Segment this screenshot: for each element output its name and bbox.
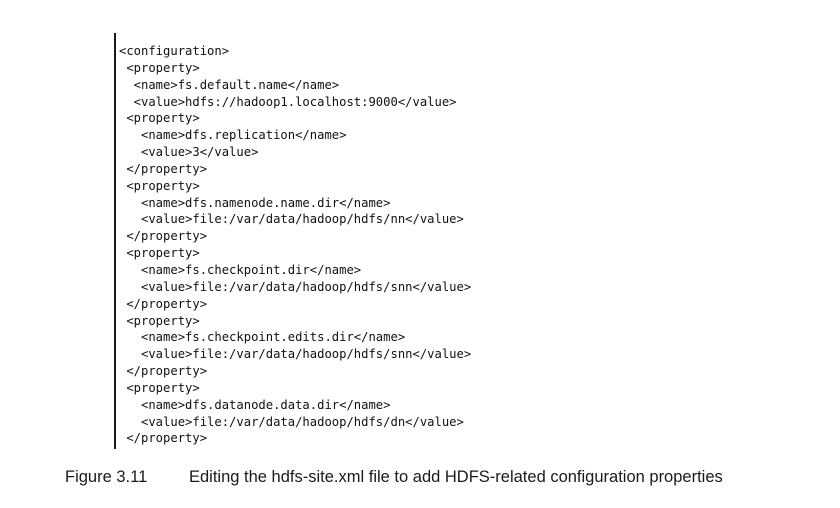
code-line: <name>dfs.datanode.data.dir</name> — [119, 397, 391, 412]
code-line: <name>fs.checkpoint.edits.dir</name> — [119, 330, 406, 345]
code-line: <value>file:/var/data/hadoop/hdfs/snn</v… — [119, 279, 472, 294]
code-line: <property> — [119, 111, 200, 126]
code-line: <value>file:/var/data/hadoop/hdfs/dn</va… — [119, 414, 464, 429]
code-line: <property> — [119, 60, 200, 75]
code-line: </property> — [119, 364, 208, 379]
code-line: <name>fs.default.name</name> — [119, 77, 340, 92]
figure-caption-text: Editing the hdfs-site.xml file to add HD… — [189, 468, 723, 486]
code-line: <property> — [119, 380, 200, 395]
code-line: <value>file:/var/data/hadoop/hdfs/snn</v… — [119, 347, 472, 362]
code-line: <property> — [119, 313, 200, 328]
code-line: </property> — [119, 296, 208, 311]
code-line: <value>3</value> — [119, 145, 259, 160]
code-line: <value>file:/var/data/hadoop/hdfs/nn</va… — [119, 212, 464, 227]
code-line: <name>dfs.namenode.name.dir</name> — [119, 195, 391, 210]
figure-number: Figure 3.11 — [65, 468, 148, 486]
code-line: <value>hdfs://hadoop1.localhost:9000</va… — [119, 94, 457, 109]
code-line: <property> — [119, 246, 200, 261]
code-line: </property> — [119, 229, 208, 244]
code-line: </property> — [119, 161, 208, 176]
code-line: <name>dfs.replication</name> — [119, 128, 347, 143]
figure-caption: Figure 3.11 Editing the hdfs-site.xml fil… — [65, 466, 825, 488]
code-line: <property> — [119, 178, 200, 193]
code-listing: <configuration> <property> <name>fs.defa… — [114, 33, 754, 449]
code-line: <configuration> — [119, 44, 230, 58]
code-line: </property> — [119, 431, 208, 446]
code-line: <name>fs.checkpoint.dir</name> — [119, 262, 362, 277]
